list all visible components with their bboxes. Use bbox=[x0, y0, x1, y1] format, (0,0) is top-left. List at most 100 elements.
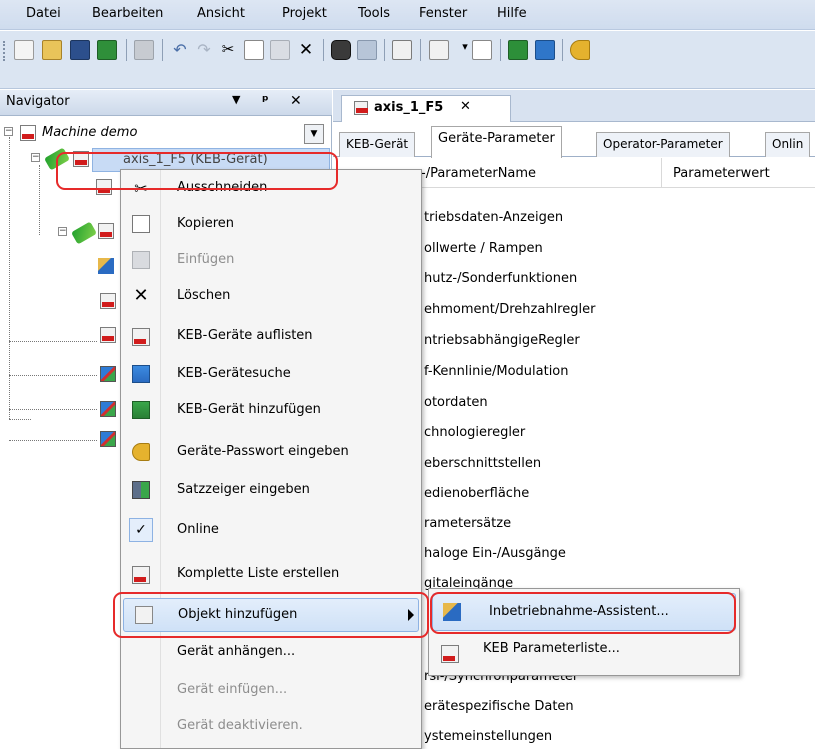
key-toolbar-icon[interactable] bbox=[570, 40, 590, 60]
menu-item-einfuegen[interactable]: Einfügen bbox=[121, 244, 421, 278]
paste-icon[interactable] bbox=[270, 40, 290, 60]
replace-icon[interactable] bbox=[357, 40, 377, 60]
submenu-item-keb-parameterliste[interactable]: KEB Parameterliste... bbox=[429, 635, 739, 673]
navigator-dropdown-icon[interactable]: ▼ bbox=[232, 93, 240, 106]
menu-item-satzzeiger[interactable]: Satzzeiger eingeben bbox=[121, 474, 421, 508]
menu-item-geraet-deaktivieren[interactable]: Gerät deaktivieren. bbox=[121, 710, 421, 744]
delete-icon[interactable]: ✕ bbox=[296, 40, 316, 60]
add-object-toolbar-icon[interactable] bbox=[429, 40, 449, 60]
menu-tools[interactable]: Tools bbox=[358, 6, 390, 21]
scope-tree-icon-3[interactable] bbox=[100, 431, 116, 447]
tree-dropdown-button[interactable]: ▼ bbox=[304, 124, 324, 144]
context-menu: ✂ Ausschneiden Kopieren Einfügen ✕ Lösch… bbox=[120, 169, 422, 749]
param-group-row[interactable]: ollwerte / Rampen bbox=[424, 241, 543, 256]
keb-online-icon[interactable] bbox=[508, 40, 528, 60]
key-icon bbox=[132, 443, 150, 461]
keb-child-icon[interactable] bbox=[96, 179, 112, 195]
keb-list-tree-icon-2[interactable] bbox=[100, 327, 116, 343]
menu-bearbeiten[interactable]: Bearbeiten bbox=[92, 6, 163, 21]
paste-icon bbox=[132, 251, 150, 269]
close-panel-icon[interactable]: ✕ bbox=[290, 93, 302, 109]
param-group-row[interactable]: triebsdaten-Anzeigen bbox=[424, 210, 563, 225]
keb-list-document-icon bbox=[132, 566, 150, 584]
redo-icon[interactable]: ↷ bbox=[194, 40, 214, 60]
menu-item-keb-geraetesuche[interactable]: KEB-Gerätesuche bbox=[121, 358, 421, 392]
menu-datei[interactable]: Datei bbox=[26, 6, 61, 21]
param-group-row[interactable]: hutz-/Sonderfunktionen bbox=[424, 271, 577, 286]
collapse-root-icon[interactable]: − bbox=[4, 127, 13, 136]
record-pointer-icon bbox=[132, 481, 150, 499]
toolbar-grip[interactable] bbox=[3, 41, 6, 61]
menu-fenster[interactable]: Fenster bbox=[419, 6, 467, 21]
editor-tab-axis[interactable]: axis_1_F5 ✕ bbox=[341, 95, 511, 122]
param-group-row[interactable]: eberschnittstellen bbox=[424, 456, 541, 471]
pin-icon[interactable]: ᵖ bbox=[262, 93, 269, 109]
subtab-operator-parameter[interactable]: Operator-Parameter bbox=[596, 132, 730, 157]
scope-tree-icon-2[interactable] bbox=[100, 401, 116, 417]
keb-device-icon bbox=[73, 151, 89, 167]
menu-item-komplette-liste[interactable]: Komplette Liste erstellen bbox=[121, 558, 421, 592]
param-group-row[interactable]: ehmoment/Drehzahlregler bbox=[424, 302, 595, 317]
menu-item-online[interactable]: ✓ Online bbox=[121, 514, 421, 548]
navigator-title-bar: Navigator ▼ ᵖ ✕ bbox=[0, 90, 332, 116]
delete-x-icon: ✕ bbox=[133, 285, 149, 306]
keb-list-tree-icon[interactable] bbox=[100, 293, 116, 309]
menu-item-geraete-passwort[interactable]: Geräte-Passwort eingeben bbox=[121, 436, 421, 470]
subtab-keb-geraet[interactable]: KEB-Gerät bbox=[339, 132, 416, 157]
submenu-arrow-icon bbox=[408, 609, 414, 621]
keb-device-icon[interactable] bbox=[392, 40, 412, 60]
wizard-tree-icon[interactable] bbox=[98, 258, 114, 274]
param-group-row[interactable]: rametersätze bbox=[424, 516, 511, 531]
menu-item-loeschen[interactable]: ✕ Löschen bbox=[121, 280, 421, 314]
copy-icon[interactable] bbox=[244, 40, 264, 60]
column-header-value[interactable]: Parameterwert bbox=[673, 166, 770, 181]
scope-tree-icon[interactable] bbox=[100, 366, 116, 382]
collapse-device-icon[interactable]: − bbox=[31, 153, 40, 162]
subtab-geraete-parameter[interactable]: Geräte-Parameter bbox=[431, 126, 562, 158]
keb-search-toolbar-icon[interactable] bbox=[535, 40, 555, 60]
checkmark-icon: ✓ bbox=[129, 518, 153, 542]
param-group-row[interactable]: chnologieregler bbox=[424, 425, 525, 440]
menu-item-keb-geraet-hinzufuegen[interactable]: KEB-Gerät hinzufügen bbox=[121, 394, 421, 428]
menu-item-geraet-einfuegen[interactable]: Gerät einfügen... bbox=[121, 674, 421, 708]
menu-item-geraet-anhaengen[interactable]: Gerät anhängen... bbox=[121, 636, 421, 670]
undo-icon[interactable]: ↶ bbox=[170, 40, 190, 60]
keb-device2-icon[interactable] bbox=[98, 223, 114, 239]
menu-projekt[interactable]: Projekt bbox=[282, 6, 327, 21]
open-folder-icon[interactable] bbox=[42, 40, 62, 60]
subtab-online[interactable]: Onlin bbox=[765, 132, 811, 157]
parameter-subtabs: KEB-Gerät Geräte-Parameter Operator-Para… bbox=[333, 123, 815, 158]
param-group-row[interactable]: otordaten bbox=[424, 395, 488, 410]
menu-item-kopieren[interactable]: Kopieren bbox=[121, 208, 421, 242]
param-group-row[interactable]: edienoberfläche bbox=[424, 486, 529, 501]
menu-item-keb-geraete-auflisten[interactable]: KEB-Geräte auflisten bbox=[121, 320, 421, 354]
wizard-wand-icon bbox=[443, 603, 461, 621]
menu-item-ausschneiden[interactable]: ✂ Ausschneiden bbox=[121, 172, 421, 206]
menu-item-objekt-hinzufuegen[interactable]: Objekt hinzufügen bbox=[123, 598, 419, 632]
find-binoculars-icon[interactable] bbox=[331, 40, 351, 60]
copy-icon bbox=[132, 215, 150, 233]
import-icon[interactable] bbox=[97, 40, 117, 60]
menu-ansicht[interactable]: Ansicht bbox=[197, 6, 245, 21]
document-icon[interactable] bbox=[472, 40, 492, 60]
new-file-icon[interactable] bbox=[14, 40, 34, 60]
submenu-item-inbetriebnahme[interactable]: Inbetriebnahme-Assistent... bbox=[432, 593, 736, 631]
keb-tab-icon bbox=[354, 101, 368, 115]
expand-device2-icon[interactable]: − bbox=[58, 227, 67, 236]
cut-icon[interactable]: ✂ bbox=[218, 40, 238, 60]
tree-root-label[interactable]: Machine demo bbox=[42, 125, 137, 140]
print-icon[interactable] bbox=[134, 40, 154, 60]
menu-hilfe[interactable]: Hilfe bbox=[497, 6, 527, 21]
project-icon bbox=[20, 125, 36, 141]
param-group-row[interactable]: f-Kennlinie/Modulation bbox=[424, 364, 569, 379]
param-group-row[interactable]: haloge Ein-/Ausgänge bbox=[424, 546, 566, 561]
column-header-name[interactable]: -/ParameterName bbox=[421, 166, 536, 181]
save-icon[interactable] bbox=[70, 40, 90, 60]
param-group-row[interactable]: erätespezifische Daten bbox=[424, 699, 574, 714]
online-plug-icon bbox=[43, 147, 71, 171]
scissors-icon: ✂ bbox=[134, 179, 148, 198]
close-tab-icon[interactable]: ✕ bbox=[460, 99, 471, 114]
param-group-row[interactable]: ntriebsabhängigeRegler bbox=[424, 333, 580, 348]
toolbar: ↶ ↷ ✂ ✕ ▾ bbox=[0, 31, 815, 89]
param-group-row[interactable]: ystemeinstellungen bbox=[424, 729, 552, 744]
